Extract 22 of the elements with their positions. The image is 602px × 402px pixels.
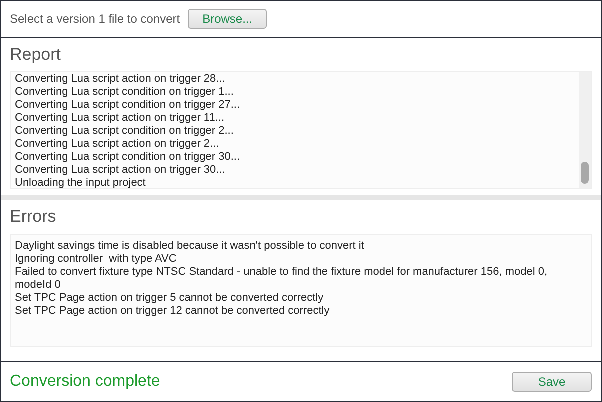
report-line: Converting Lua script condition on trigger 2...	[15, 125, 235, 138]
save-button[interactable]: Save	[512, 372, 592, 392]
report-line: Converting Lua script action on trigger 11...	[15, 112, 226, 125]
error-line: Failed to convert fixture type NTSC Standard - unable to find the fixture model for manufacturer 156, model 0, modeId 0	[15, 266, 549, 292]
file-prompt-label: Select a version 1 file to convert	[10, 11, 180, 28]
report-line: Converting Lua script condition on trigger 27...	[15, 99, 242, 112]
report-line: Converting Lua script action on trigger 28...	[15, 73, 226, 86]
error-line: Set TPC Page action on trigger 12 cannot be converted correctly	[15, 305, 331, 318]
error-line: Ignoring controller with type AVC	[15, 253, 178, 266]
status-message: Conversion complete	[10, 372, 160, 392]
scrollbar-thumb[interactable]	[581, 162, 589, 184]
report-line: Converting Lua script condition on trigger 1...	[15, 86, 235, 99]
report-line: Converting Lua script action on trigger 2...	[15, 138, 220, 151]
scrollbar[interactable]	[579, 72, 591, 188]
report-heading: Report	[10, 44, 62, 66]
error-line: Set TPC Page action on trigger 5 cannot be converted correctly	[15, 292, 325, 305]
errors-heading: Errors	[10, 206, 58, 228]
report-line: Converting Lua script condition on trigger 30...	[15, 151, 242, 164]
browse-button[interactable]: Browse...	[188, 9, 268, 29]
error-line: Daylight savings time is disabled because it wasn't possible to convert it	[15, 240, 366, 253]
report-line: Converting Lua script action on trigger 30...	[15, 164, 226, 177]
report-line: Unloading the input project	[15, 177, 147, 188]
